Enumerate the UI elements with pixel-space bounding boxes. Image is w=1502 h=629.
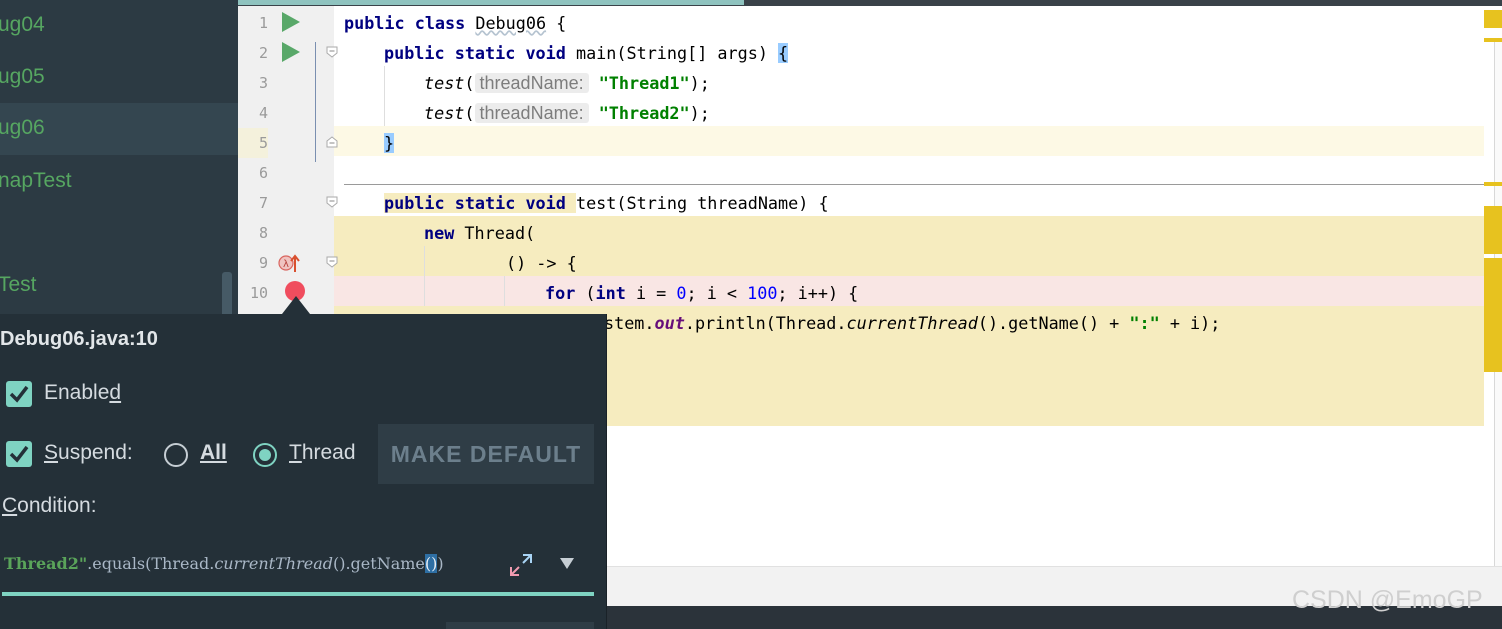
suspend-thread-radio[interactable] xyxy=(253,443,277,467)
line-number: 9 xyxy=(258,254,268,272)
indent-guide xyxy=(384,66,385,126)
marker-stripe xyxy=(1484,38,1502,42)
tree-item-debug04[interactable]: ug04 xyxy=(0,0,238,52)
code-line-7: public static void test(String threadNam… xyxy=(384,193,829,213)
parameter-hint: threadName: xyxy=(474,103,589,123)
make-default-button[interactable]: MAKE DEFAULT xyxy=(378,424,594,484)
fold-icon[interactable] xyxy=(326,196,338,208)
condition-text[interactable]: Thread2".equals(Thread.currentThread().g… xyxy=(4,554,444,573)
run-icon[interactable] xyxy=(282,42,300,62)
code-line-4: test(threadName: "Thread2"); xyxy=(424,103,710,123)
line-number: 1 xyxy=(258,14,268,32)
popup-title: Debug06.java:10 xyxy=(0,328,158,350)
condition-focus-underline xyxy=(2,592,594,596)
marker-stripe xyxy=(1484,182,1502,186)
condition-label: Condition: xyxy=(2,494,97,517)
code-line-8: new Thread( xyxy=(424,223,536,243)
expand-icon[interactable] xyxy=(508,552,534,578)
code-line-2: public static void main(String[] args) { xyxy=(384,43,789,63)
line-number: 3 xyxy=(258,74,268,92)
code-line-9: () -> { xyxy=(506,253,577,273)
tree-item-debug05[interactable]: ug05 xyxy=(0,52,238,104)
run-icon[interactable] xyxy=(282,12,300,32)
line-number: 5 xyxy=(238,128,268,158)
suspend-all-radio[interactable] xyxy=(164,443,188,467)
fold-icon[interactable] xyxy=(326,256,338,268)
tree-scrollbar[interactable] xyxy=(222,272,232,320)
suspend-all-label[interactable]: All xyxy=(200,441,227,465)
breakpoint-row-highlight xyxy=(334,276,1484,306)
code-line-3: test(threadName: "Thread1"); xyxy=(424,73,710,93)
change-marker xyxy=(315,42,316,162)
line-number: 7 xyxy=(258,194,268,212)
fold-icon[interactable] xyxy=(326,136,338,148)
tree-item-maptest[interactable]: napTest xyxy=(0,156,238,208)
code-line-1: public class Debug06 { xyxy=(344,13,567,33)
method-separator xyxy=(344,184,1484,185)
code-line-5: } xyxy=(384,133,395,153)
svg-text:λ: λ xyxy=(283,259,289,270)
marker-stripe xyxy=(1484,206,1502,254)
enabled-checkbox[interactable] xyxy=(6,381,32,407)
line-number: 6 xyxy=(258,164,268,182)
marker-stripe xyxy=(1484,10,1502,28)
fold-icon[interactable] xyxy=(326,46,338,58)
indent-guide xyxy=(504,276,505,306)
line-number: 10 xyxy=(249,284,268,302)
popup-pointer xyxy=(282,296,310,314)
active-tab-indicator xyxy=(238,0,744,5)
watermark: CSDN @EmoGP xyxy=(1292,586,1483,614)
line-number: 8 xyxy=(258,224,268,242)
indent-guide xyxy=(424,246,425,306)
tree-item-test[interactable]: Test xyxy=(0,260,238,312)
line-number: 4 xyxy=(258,104,268,122)
tree-item-debug06[interactable]: ug06 xyxy=(0,103,238,155)
popup-more-button[interactable] xyxy=(446,622,594,629)
enabled-label[interactable]: Enabled xyxy=(44,381,121,405)
suspend-checkbox[interactable] xyxy=(6,441,32,467)
editor-tab-bar xyxy=(238,0,1502,6)
parameter-hint: threadName: xyxy=(474,73,589,93)
suspend-thread-label[interactable]: Thread xyxy=(289,441,356,465)
code-line-11: stem.out.println(Thread.currentThread().… xyxy=(604,313,1221,333)
suspend-label[interactable]: Suspend: xyxy=(44,441,133,465)
caret-row-highlight xyxy=(334,126,1484,156)
lambda-breakpoint-icon[interactable]: λ xyxy=(278,252,300,274)
marker-stripe xyxy=(1484,258,1502,372)
line-number: 2 xyxy=(258,44,268,62)
code-line-10: for (int i = 0; i < 100; i++) { xyxy=(545,283,859,303)
chevron-down-icon[interactable] xyxy=(560,558,574,569)
